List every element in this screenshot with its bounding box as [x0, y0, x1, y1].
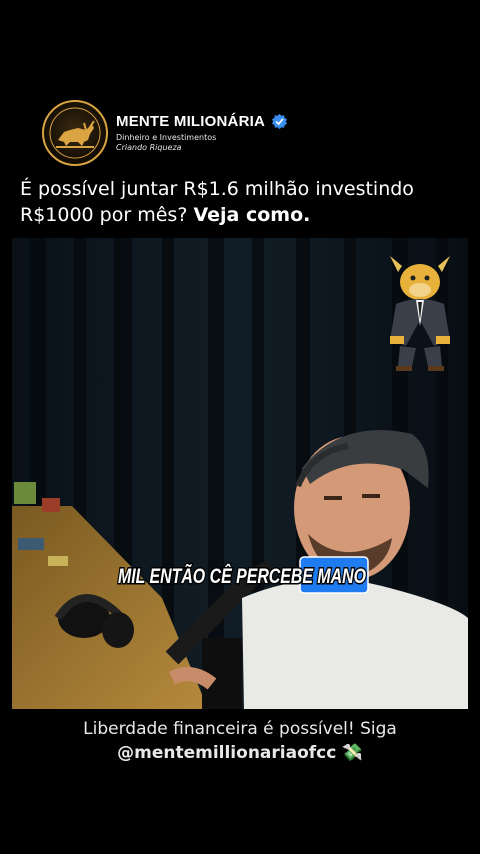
video-frame[interactable]	[12, 238, 468, 709]
caption-handle[interactable]: @mentemillionariaofcc	[117, 743, 336, 763]
video-scene	[12, 238, 468, 709]
headline-emphasis: Veja como.	[193, 204, 311, 226]
tagline-line-2: Criando Riqueza	[116, 143, 182, 152]
video-subtitle: MIL ENTÃO CÊ PERCEBE MANO	[117, 556, 369, 594]
post-headline: É possível juntar R$1.6 milhão investind…	[20, 176, 460, 228]
caption-line-2: @mentemillionariaofcc 💸	[0, 741, 480, 765]
brand-block: MENTE MILIONÁRIA Dinheiro e Investimento…	[116, 113, 288, 153]
profile-tagline: Dinheiro e Investimentos Criando Riqueza	[116, 133, 288, 153]
caption-line-1: Liberdade financeira é possível! Siga	[83, 719, 397, 739]
subtitle-text: MIL ENTÃO CÊ PERCEBE MANO	[118, 564, 366, 588]
money-emoji-icon: 💸	[341, 743, 363, 763]
tagline-line-1: Dinheiro e Investimentos	[116, 133, 217, 142]
profile-name[interactable]: MENTE MILIONÁRIA	[116, 113, 265, 130]
post-caption: Liberdade financeira é possível! Siga @m…	[0, 717, 480, 765]
bull-logo-icon[interactable]	[42, 100, 108, 166]
profile-header: MENTE MILIONÁRIA Dinheiro e Investimento…	[42, 100, 288, 166]
verified-badge-icon	[272, 113, 288, 130]
